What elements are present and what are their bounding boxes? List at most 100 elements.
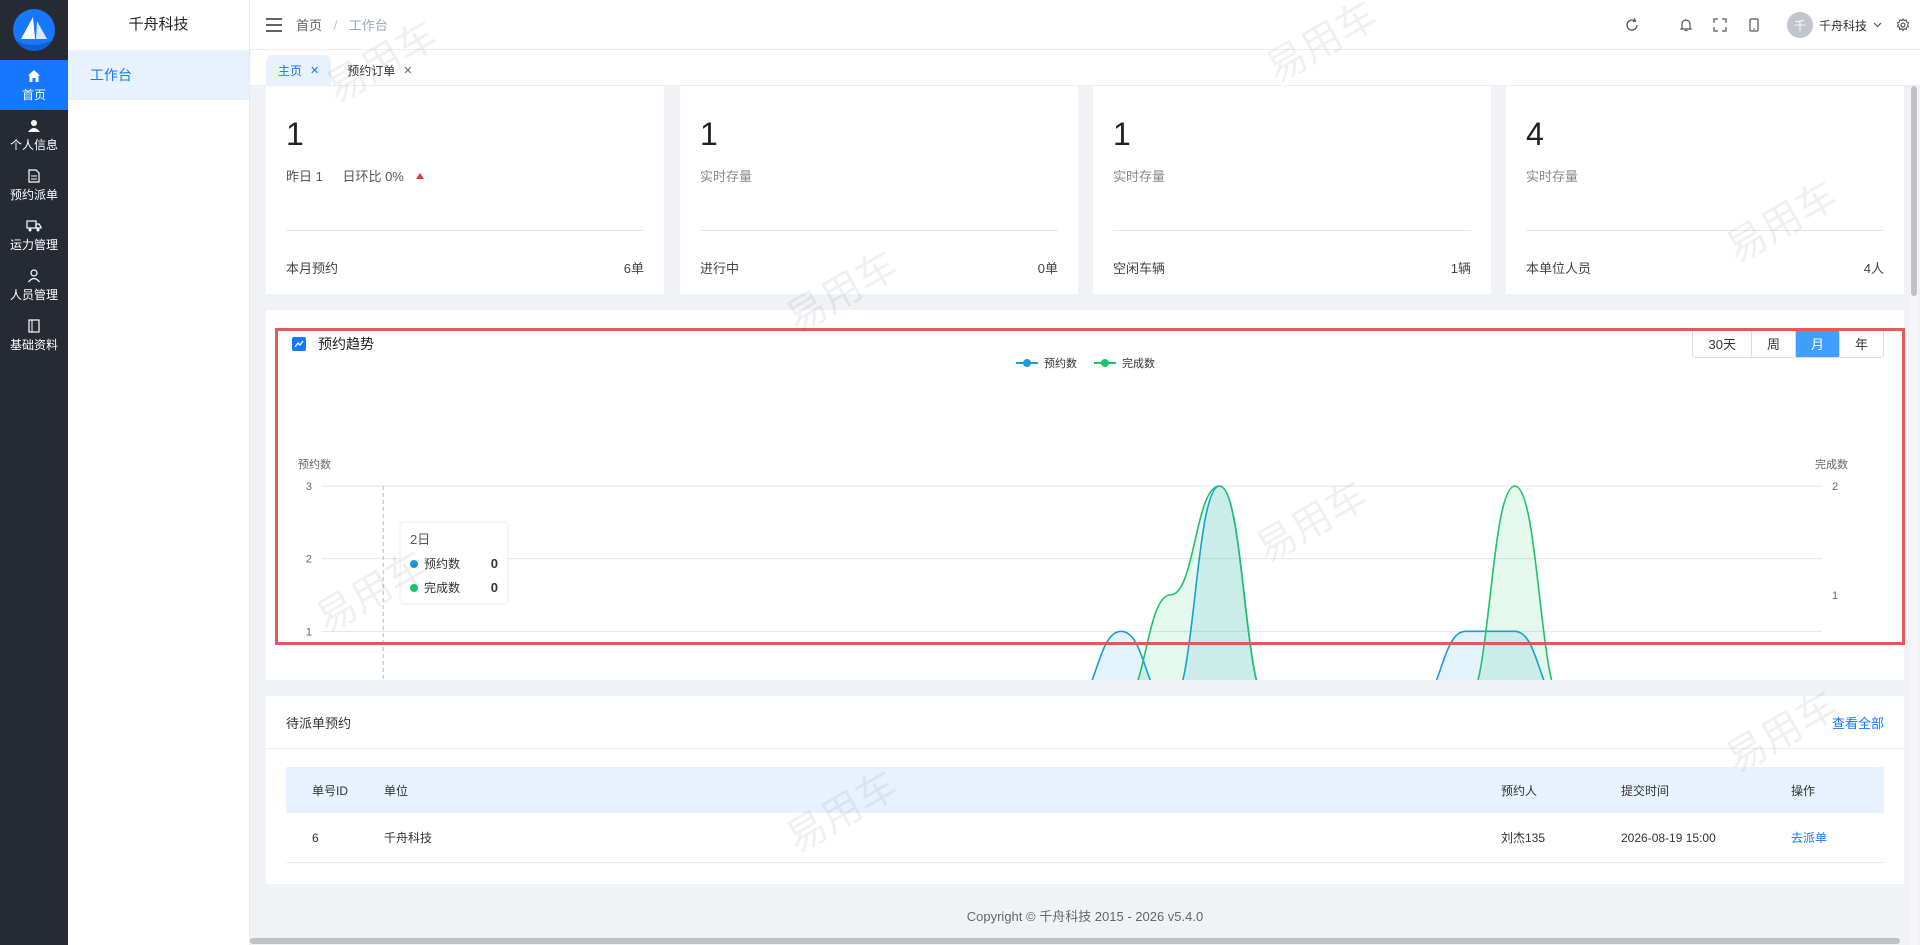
main-content: 1 昨日 1 日环比 0% 本月预约 6单 1 实时存量 进行中 0单 1 实时… [250,86,1920,945]
user-name[interactable]: 千舟科技 [1819,17,1867,34]
col-header-person: 预约人 [1501,783,1538,798]
sailboat-logo-icon [13,9,55,51]
chevron-down-icon[interactable] [1873,22,1882,28]
tooltip-title: 2日 [410,532,430,547]
nav-item-label: 个人信息 [9,137,58,152]
nav-item-basic-data[interactable]: 基础资料 [0,310,68,360]
app-logo[interactable] [0,0,68,60]
trend-chart[interactable]: 0123012预约数完成数1日2日3日4日5日6日7日8日9日10日11日12日… [266,310,1904,680]
divider [1113,230,1471,231]
copyright: Copyright © 千舟科技 2015 - 2026 v5.4.0 [966,909,1204,924]
header-actions: 千 千舟科技 [1615,0,1920,50]
cell-person: 刘杰135 [1501,831,1546,845]
tab-label: 预约订单 [347,63,396,78]
y-axis-label-left: 预约数 [298,458,331,471]
y-tick-left: 3 [306,481,312,493]
nav-item-dispatch[interactable]: 预约派单 [0,160,68,210]
y-axis-label-right: 完成数 [1815,457,1848,471]
tooltip-marker [410,560,418,568]
trend-card: 预约趋势 30天 周 月 年 0123012预约数完成数1日2日3日4日5日6日… [266,310,1904,680]
stat-value: 1 [700,116,718,152]
tooltip-value: 0 [491,556,498,571]
stat-foot-label: 进行中 [700,261,740,276]
stat-foot-value: 1辆 [1450,261,1471,276]
nav-item-label: 预约派单 [9,187,58,202]
book-icon [28,318,40,334]
nav-item-label: 人员管理 [9,287,58,302]
nav-item-label: 基础资料 [9,337,58,352]
stat-foot-value: 6单 [623,261,644,276]
stat-value: 4 [1526,116,1544,152]
stat-card-in-progress: 1 实时存量 进行中 0单 [680,86,1078,294]
y-tick-left: 2 [306,554,312,566]
stat-yesterday: 昨日 1 [286,169,323,184]
fullscreen-icon[interactable] [1703,8,1737,42]
nav-item-staff[interactable]: 人员管理 [0,260,68,310]
stat-foot-label: 本月预约 [286,261,339,276]
nav-item-label: 运力管理 [9,237,58,252]
y-tick-right: 1 [1832,590,1838,602]
avatar[interactable]: 千 [1786,12,1813,38]
top-header: 首页 / 工作台 千 千舟科技 [250,0,1920,50]
table-header: 单号ID 单位 预约人 提交时间 操作 [286,767,1884,813]
home-icon [27,68,41,84]
tooltip-series-name: 完成数 [424,580,460,595]
legend-label: 完成数 [1122,356,1155,370]
dispatch-link[interactable]: 去派单 [1791,813,1827,862]
stat-sub: 昨日 1 日环比 0% [286,166,424,185]
nav-item-capacity[interactable]: 运力管理 [0,210,68,260]
view-all-link[interactable]: 查看全部 [1832,696,1884,748]
sub-menu-title: 千舟科技 [128,16,189,33]
stat-card-vehicles: 1 实时存量 空闲车辆 1辆 [1093,86,1491,294]
sub-menu-item-workbench[interactable]: 工作台 [68,50,249,100]
stat-card-staff: 4 实时存量 本单位人员 4人 [1506,86,1904,294]
tab-orders[interactable]: 预约订单 ✕ [335,55,424,85]
close-icon[interactable]: ✕ [403,64,412,77]
scrollbar-thumb[interactable] [1911,86,1917,296]
nav-item-label: 首页 [21,87,46,102]
stat-foot-value: 4人 [1863,261,1884,276]
mobile-icon[interactable] [1737,8,1771,42]
stat-sub: 实时存量 [700,169,753,184]
legend-label: 预约数 [1044,357,1077,370]
legend-marker [1023,359,1031,367]
stat-foot-label: 本单位人员 [1526,261,1592,276]
col-header-time: 提交时间 [1621,783,1670,798]
tab-home[interactable]: 主页 ✕ [266,55,332,85]
stat-foot-label: 空闲车辆 [1113,261,1166,276]
bell-icon[interactable] [1669,8,1703,42]
table-row: 6 千舟科技 刘杰135 2026-08-19 15:00 去派单 [286,813,1884,863]
col-header-action: 操作 [1791,783,1816,798]
nav-item-profile[interactable]: 个人信息 [0,110,68,160]
divider [1526,230,1884,231]
hamburger-menu-icon[interactable] [266,17,282,32]
divider [286,230,644,231]
breadcrumb-home[interactable]: 首页 [296,18,322,33]
cell-unit: 千舟科技 [384,831,433,845]
nav-item-home[interactable]: 首页 [0,60,68,110]
series-area-1 [1092,486,1544,680]
refresh-icon[interactable] [1615,8,1649,42]
stat-sub: 实时存量 [1113,169,1166,184]
series-line-2 [1137,485,1553,680]
y-tick-left: 1 [306,626,312,638]
col-header-id: 单号ID [312,783,349,798]
series-line-1 [1091,485,1545,680]
cell-time: 2026-08-19 15:00 [1621,830,1716,845]
truck-icon [26,218,42,234]
horizontal-scrollbar[interactable] [250,938,1900,944]
breadcrumb: 首页 / 工作台 [296,15,388,34]
vertical-scrollbar[interactable] [1910,86,1918,945]
legend-marker [1101,359,1109,367]
tooltip-value: 0 [491,580,498,595]
settings-gear-icon[interactable] [1886,8,1920,42]
tab-label: 主页 [278,63,303,78]
stat-foot-value: 0单 [1037,261,1058,276]
close-icon[interactable]: ✕ [310,64,319,77]
document-icon [28,168,40,184]
series-area-2 [1138,486,1552,680]
pending-card: 待派单预约 查看全部 单号ID 单位 预约人 提交时间 操作 6 千舟科技 刘杰… [266,696,1904,884]
main-nav: 首页 个人信息 预约派单 运力管理 人员管理 基础资料 [0,0,68,945]
breadcrumb-current: 工作台 [348,18,388,33]
user-icon [27,118,41,134]
